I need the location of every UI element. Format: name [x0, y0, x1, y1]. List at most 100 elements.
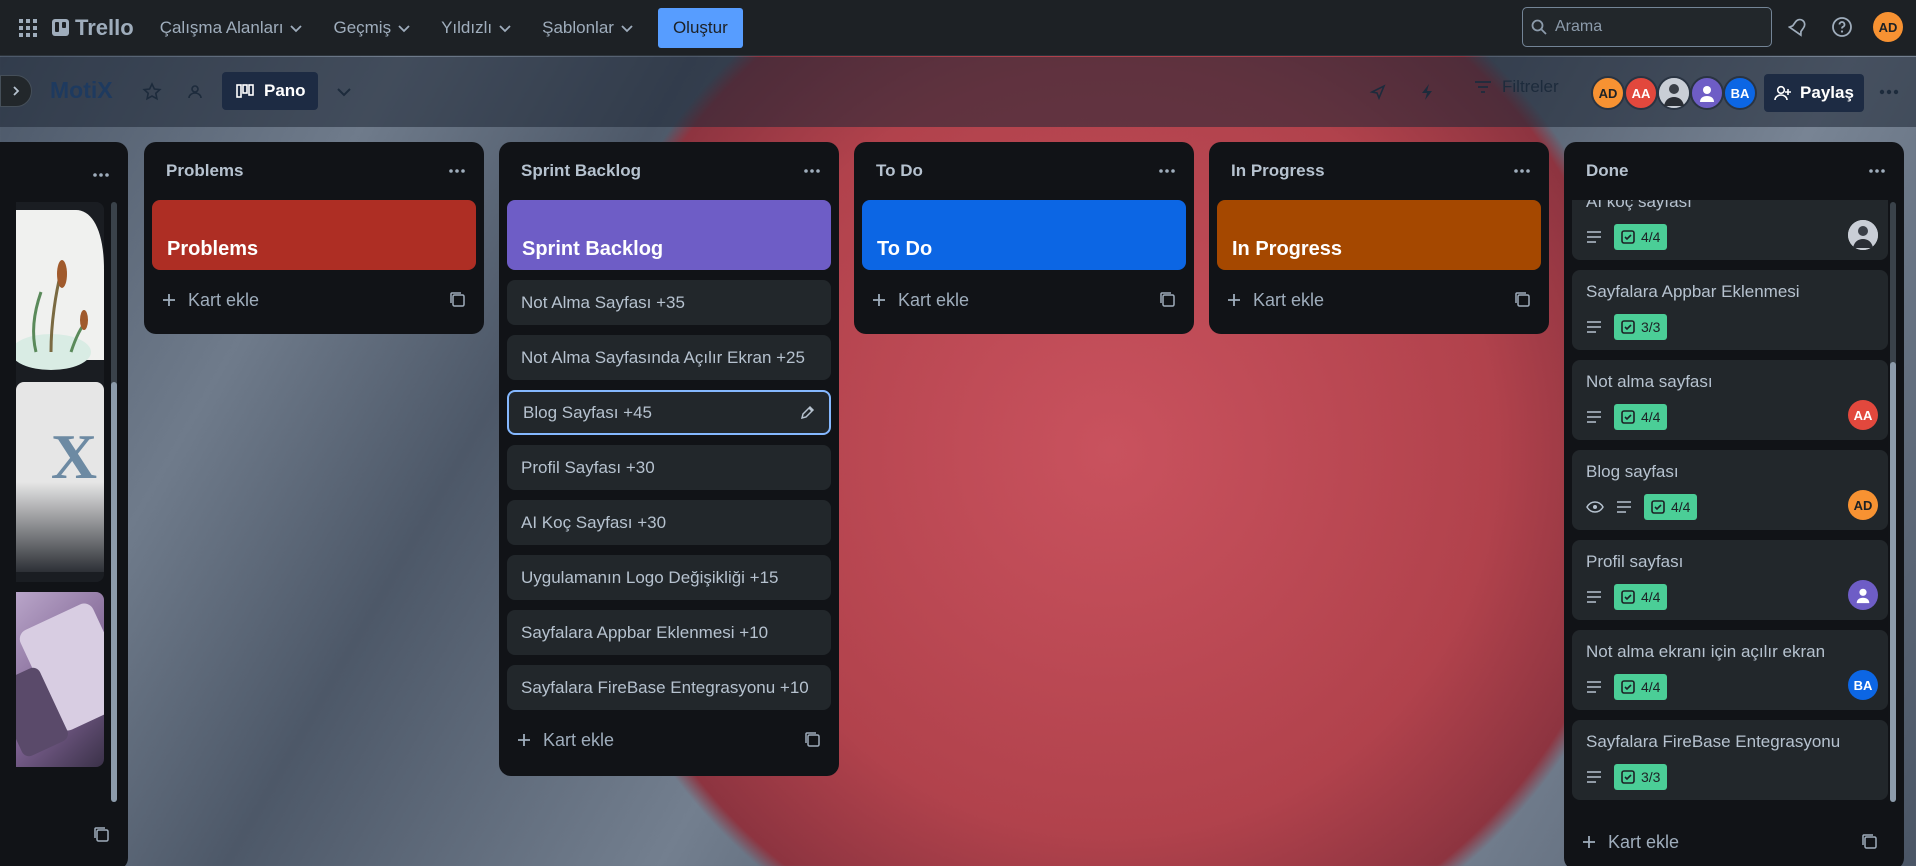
- sidebar-toggle-button[interactable]: [0, 75, 32, 107]
- card[interactable]: Blog sayfası 4/4 AD: [1572, 450, 1888, 530]
- card[interactable]: Profil Sayfası +30: [507, 445, 831, 490]
- chevron-down-icon: [290, 24, 303, 32]
- card[interactable]: AI koç sayfası 4/4: [1572, 200, 1888, 260]
- template-icon[interactable]: [94, 827, 110, 843]
- menu-label: Yıldızlı: [441, 17, 493, 37]
- template-icon[interactable]: [1515, 292, 1531, 308]
- add-card-label: Kart ekle: [898, 289, 970, 310]
- card[interactable]: Sayfalara Appbar Eklenmesi 3/3: [1572, 270, 1888, 350]
- card[interactable]: Sayfalara FireBase Entegrasyonu +10: [507, 665, 831, 710]
- checklist-count: 3/3: [1641, 769, 1661, 785]
- cover-image-card[interactable]: [16, 592, 104, 767]
- card[interactable]: Sayfalara Appbar Eklenmesi +10: [507, 610, 831, 655]
- more-icon[interactable]: [444, 158, 470, 184]
- board-view-button[interactable]: Pano: [222, 72, 318, 110]
- member-avatar-photo[interactable]: [1657, 76, 1691, 110]
- edit-pencil-icon[interactable]: [800, 405, 815, 420]
- add-card-label: Kart ekle: [188, 289, 260, 310]
- card-title: Not alma sayfası: [1586, 372, 1713, 391]
- member-avatar[interactable]: AD: [1591, 76, 1625, 110]
- power-ups-icon[interactable]: [1363, 77, 1393, 107]
- card[interactable]: Sayfalara FireBase Entegrasyonu 3/3: [1572, 720, 1888, 800]
- card-title: AI Koç Sayfası +30: [521, 512, 667, 532]
- member-avatar[interactable]: AD: [1848, 490, 1878, 520]
- member-avatar[interactable]: AA: [1624, 76, 1658, 110]
- plus-icon: [163, 294, 175, 306]
- cover-card[interactable]: Problems: [152, 200, 476, 270]
- template-icon[interactable]: [1862, 834, 1878, 850]
- chevron-down-icon[interactable]: [329, 77, 359, 107]
- card-selected[interactable]: Blog Sayfası +45: [507, 390, 831, 435]
- card-title: Blog sayfası: [1586, 462, 1679, 481]
- add-card-button[interactable]: Kart ekle: [862, 280, 1186, 320]
- add-card-label: Kart ekle: [543, 729, 615, 750]
- add-card-button[interactable]: Kart ekle: [1217, 280, 1541, 320]
- menu-starred[interactable]: Yıldızlı: [429, 10, 524, 46]
- add-card-button[interactable]: Kart ekle: [507, 720, 831, 760]
- list-done: Done AI koç sayfası 4/4 Sayfalara Appbar…: [1564, 142, 1904, 866]
- list-header: Problems: [152, 142, 476, 200]
- card[interactable]: AI Koç Sayfası +30: [507, 500, 831, 545]
- list-title[interactable]: Sprint Backlog: [521, 161, 641, 181]
- user-avatar[interactable]: AD: [1873, 12, 1903, 42]
- search-placeholder: Arama: [1555, 18, 1603, 35]
- search-input[interactable]: Arama: [1522, 7, 1772, 47]
- trello-logo[interactable]: Trello: [52, 15, 134, 41]
- more-icon[interactable]: [799, 158, 825, 184]
- create-button[interactable]: Oluştur: [657, 7, 743, 48]
- more-icon[interactable]: [1864, 158, 1890, 184]
- person-icon: [1700, 86, 1714, 102]
- scrollbar-thumb[interactable]: [1890, 362, 1896, 802]
- add-card-button[interactable]: Kart ekle: [1572, 822, 1888, 862]
- card-title: Sayfalara FireBase Entegrasyonu +10: [521, 677, 809, 697]
- member-avatar[interactable]: [1690, 76, 1724, 110]
- checklist-badge: 4/4: [1614, 674, 1668, 700]
- share-button[interactable]: Paylaş: [1764, 74, 1864, 112]
- add-card-button[interactable]: Kart ekle: [152, 280, 476, 320]
- menu-recent[interactable]: Geçmiş: [321, 10, 423, 46]
- cover-image-card[interactable]: X: [16, 202, 104, 582]
- help-icon[interactable]: [1827, 12, 1857, 42]
- more-icon[interactable]: [88, 162, 114, 188]
- card[interactable]: Not Alma Sayfası +35: [507, 280, 831, 325]
- menu-workspaces[interactable]: Çalışma Alanları: [148, 10, 316, 46]
- cover-card[interactable]: Sprint Backlog: [507, 200, 831, 270]
- board-title[interactable]: MotiX: [50, 77, 113, 104]
- checklist-count: 4/4: [1641, 409, 1661, 425]
- member-avatar-photo[interactable]: [1848, 220, 1878, 250]
- card[interactable]: Not Alma Sayfasında Açılır Ekran +25: [507, 335, 831, 380]
- card[interactable]: Not alma ekranı için açılır ekran 4/4 BA: [1572, 630, 1888, 710]
- member-avatar[interactable]: [1848, 580, 1878, 610]
- app-switcher-icon[interactable]: [12, 12, 44, 44]
- search-icon: [1531, 19, 1547, 35]
- filters-button[interactable]: Filtreler: [1474, 77, 1559, 97]
- automation-icon[interactable]: [1412, 77, 1442, 107]
- star-icon[interactable]: [137, 77, 167, 107]
- member-avatar[interactable]: BA: [1848, 670, 1878, 700]
- more-icon[interactable]: [1874, 77, 1904, 107]
- done-cards-scroll: AI koç sayfası 4/4 Sayfalara Appbar Ekle…: [1572, 200, 1888, 802]
- list-title[interactable]: To Do: [876, 161, 923, 181]
- more-icon[interactable]: [1154, 158, 1180, 184]
- visibility-icon[interactable]: [180, 77, 210, 107]
- scrollbar-thumb[interactable]: [111, 382, 117, 802]
- card[interactable]: Uygulamanın Logo Değişikliği +15: [507, 555, 831, 600]
- cover-card[interactable]: In Progress: [1217, 200, 1541, 270]
- template-icon[interactable]: [1160, 292, 1176, 308]
- list-title[interactable]: Problems: [166, 161, 243, 181]
- card[interactable]: Profil sayfası 4/4: [1572, 540, 1888, 620]
- cover-card[interactable]: To Do: [862, 200, 1186, 270]
- member-avatar[interactable]: AA: [1848, 400, 1878, 430]
- notifications-icon[interactable]: [1783, 12, 1813, 42]
- menu-templates[interactable]: Şablonlar: [530, 10, 646, 46]
- filters-label: Filtreler: [1502, 77, 1559, 96]
- template-icon[interactable]: [450, 292, 466, 308]
- checklist-badge: 4/4: [1614, 404, 1668, 430]
- more-icon[interactable]: [1509, 158, 1535, 184]
- card-title: AI koç sayfası: [1586, 200, 1692, 211]
- template-icon[interactable]: [805, 732, 821, 748]
- list-title[interactable]: In Progress: [1231, 161, 1325, 181]
- member-avatar[interactable]: BA: [1723, 76, 1757, 110]
- card[interactable]: Not alma sayfası 4/4 AA: [1572, 360, 1888, 440]
- list-title[interactable]: Done: [1586, 161, 1629, 181]
